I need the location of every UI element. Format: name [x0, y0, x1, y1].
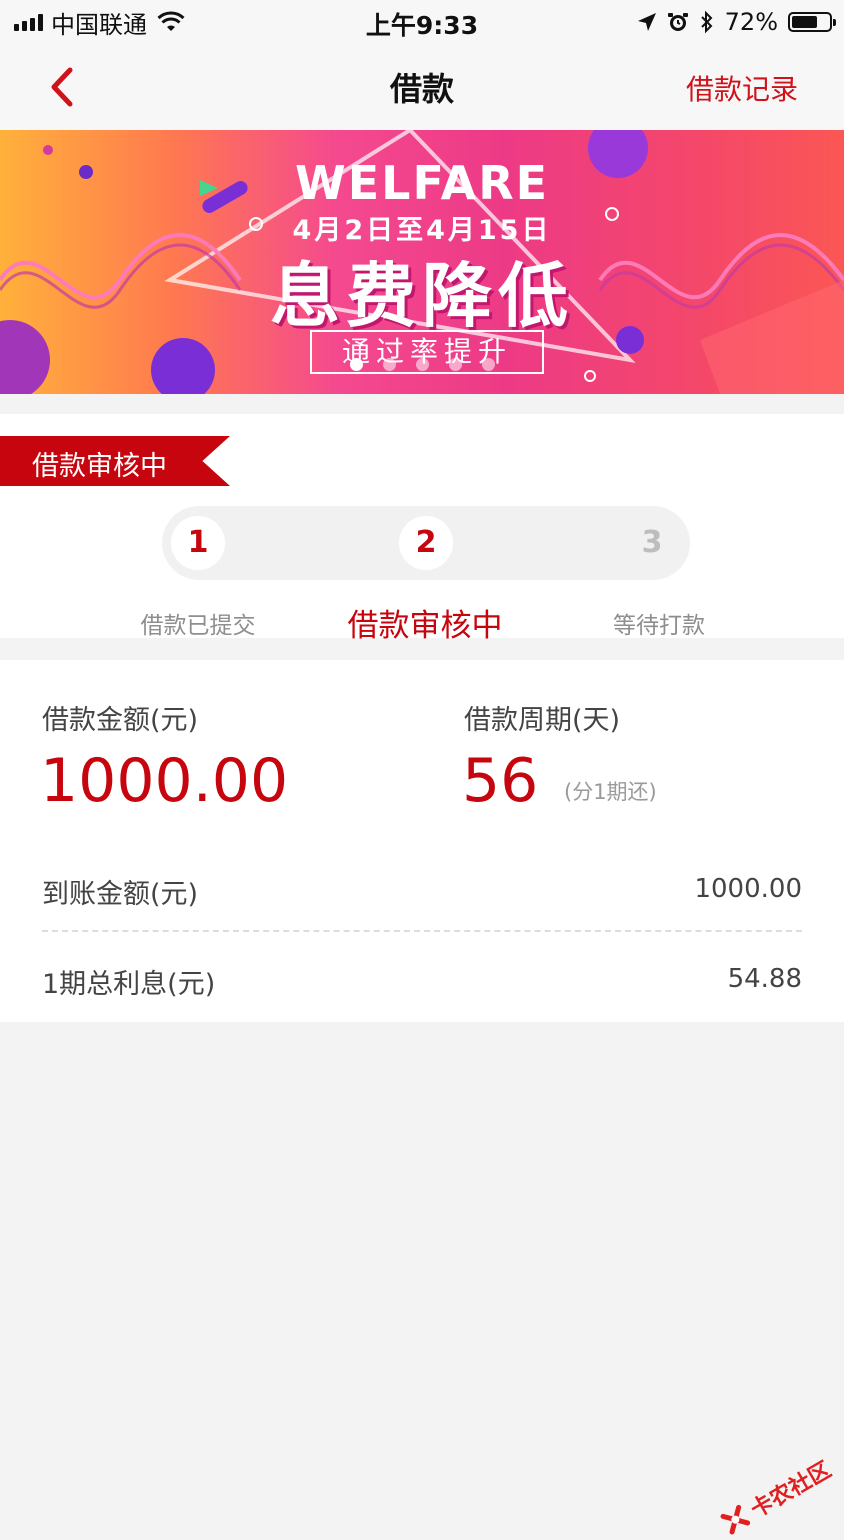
loan-progress-card: 借款审核中 1 2 3 借款已提交 借款审核中 等待打款 — [0, 414, 844, 644]
carousel-dot[interactable] — [383, 358, 396, 371]
carousel-dot[interactable] — [482, 358, 495, 371]
carousel-dot[interactable] — [350, 358, 363, 371]
bluetooth-icon — [700, 10, 713, 34]
loan-details-card: 借款金额(元) 1000.00 借款周期(天) 56 (分1期还) 到账金额(元… — [0, 660, 844, 1022]
amount-value: 1000.00 — [40, 746, 289, 816]
received-amount-label: 到账金额(元) — [42, 879, 199, 910]
step-1-indicator: 1 — [171, 516, 225, 570]
watermark-logo-icon — [720, 1504, 751, 1535]
interest-value: 54.88 — [727, 964, 802, 994]
carousel-dots[interactable] — [350, 358, 495, 371]
alarm-icon — [667, 13, 688, 31]
carousel-dot[interactable] — [416, 358, 429, 371]
interest-label: 1期总利息(元) — [42, 969, 216, 1000]
banner-headline: 息费降低 — [270, 255, 574, 337]
step-1-label: 借款已提交 — [140, 613, 256, 639]
watermark-text: 卡农社区 — [746, 1457, 836, 1524]
period-note: (分1期还) — [564, 780, 657, 804]
status-right: 72% — [637, 6, 836, 38]
banner-welfare: WELFARE — [294, 156, 550, 210]
period-value: 56 — [462, 746, 539, 816]
received-amount-value: 1000.00 — [694, 874, 802, 904]
battery-percent: 72% — [724, 8, 778, 36]
carousel-dot[interactable] — [449, 358, 462, 371]
status-badge: 借款审核中 — [0, 436, 230, 486]
divider — [42, 930, 802, 932]
watermark: 卡农社区 — [716, 1452, 836, 1540]
step-3-indicator: 3 — [625, 516, 679, 570]
location-icon — [637, 13, 656, 31]
status-badge-label: 借款审核中 — [32, 451, 167, 482]
promo-banner[interactable]: WELFARE 4月2日至4月15日 息费降低 通过率提升 — [0, 130, 844, 394]
period-label: 借款周期(天) — [464, 705, 621, 736]
step-2-label: 借款审核中 — [347, 608, 503, 644]
status-bar: 中国联通 上午9:33 72% — [0, 0, 844, 44]
amount-label: 借款金额(元) — [42, 705, 199, 736]
step-3-label: 等待打款 — [613, 613, 705, 639]
nav-bar: 借款 借款记录 — [0, 44, 844, 130]
step-2-indicator: 2 — [399, 516, 453, 570]
loan-records-link[interactable]: 借款记录 — [686, 68, 798, 108]
battery-icon — [788, 12, 836, 32]
